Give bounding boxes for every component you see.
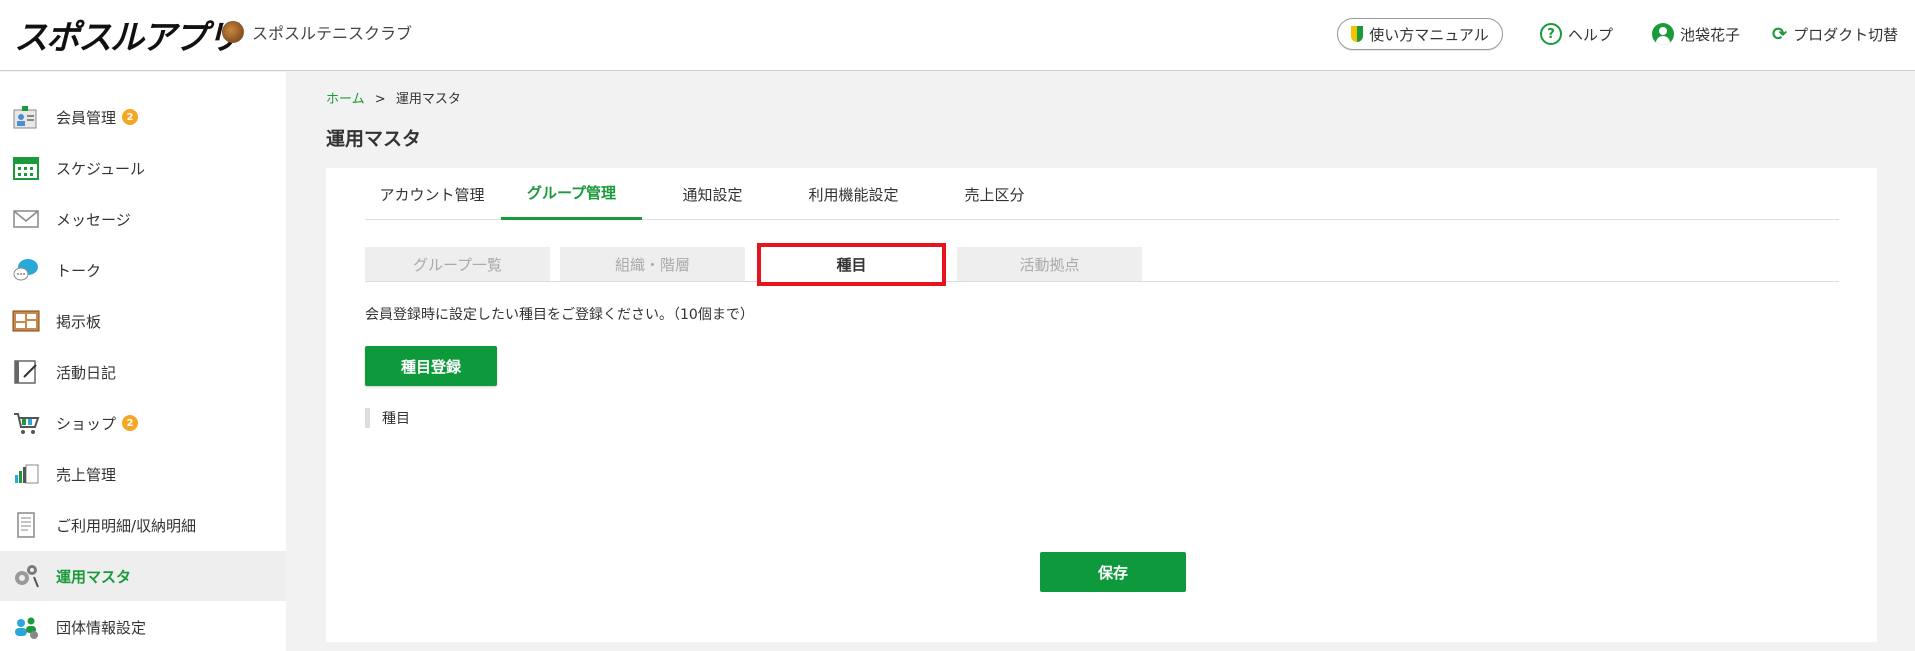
subtab-activity-base[interactable]: 活動拠点 bbox=[957, 247, 1142, 281]
sidebar-item-shop[interactable]: ショップ 2 bbox=[0, 398, 286, 448]
manual-label: 使い方マニュアル bbox=[1369, 25, 1489, 44]
sidebar-item-schedule[interactable]: スケジュール bbox=[0, 143, 286, 193]
user-name: 池袋花子 bbox=[1680, 25, 1741, 44]
sport-field-label: 種目 bbox=[365, 408, 410, 428]
sidebar-item-talk[interactable]: トーク bbox=[0, 245, 286, 295]
user-menu[interactable]: 池袋花子 bbox=[1652, 18, 1740, 50]
user-icon bbox=[1652, 23, 1674, 45]
sidebar-item-operation-master[interactable]: 運用マスタ bbox=[0, 551, 286, 601]
group-settings-icon bbox=[15, 617, 38, 639]
sidebar-item-sales[interactable]: 売上管理 bbox=[0, 449, 286, 499]
diary-icon bbox=[14, 360, 37, 384]
beginner-leaf-icon bbox=[1351, 26, 1364, 42]
notification-badge: 2 bbox=[122, 109, 139, 125]
tab-feature-settings[interactable]: 利用機能設定 bbox=[783, 168, 924, 220]
sidebar-item-label: ショップ bbox=[56, 414, 117, 433]
sales-chart-icon bbox=[15, 464, 39, 484]
save-button[interactable]: 保存 bbox=[1040, 552, 1186, 592]
bulletin-board-icon bbox=[12, 310, 40, 332]
content-panel: アカウント管理 グループ管理 通知設定 利用機能設定 売上区分 グループ一覧 組… bbox=[326, 168, 1877, 642]
subtab-sport-type[interactable]: 種目 bbox=[757, 243, 946, 286]
subtab-group-list[interactable]: グループ一覧 bbox=[365, 247, 550, 281]
sidebar-item-label: 売上管理 bbox=[56, 465, 117, 484]
breadcrumb-home-link[interactable]: ホーム bbox=[326, 92, 365, 107]
sidebar: 会員管理 2 スケジュール メッセージ トーク 掲示板 活動日記 ショップ 2 売上… bbox=[0, 72, 286, 651]
question-icon: ? bbox=[1540, 23, 1562, 45]
chat-bubble-icon bbox=[13, 259, 38, 281]
logo-text: スポスルアプリ bbox=[14, 17, 240, 58]
sidebar-item-label: メッセージ bbox=[56, 210, 131, 229]
sidebar-item-label: スケジュール bbox=[56, 159, 145, 178]
sidebar-item-statement[interactable]: ご利用明細/収納明細 bbox=[0, 500, 286, 550]
product-switch[interactable]: ⟳ プロダクト切替 bbox=[1772, 18, 1898, 50]
members-icon bbox=[13, 106, 37, 129]
calendar-icon bbox=[13, 157, 39, 180]
sidebar-item-diary[interactable]: 活動日記 bbox=[0, 347, 286, 397]
tab-sales-category[interactable]: 売上区分 bbox=[924, 168, 1065, 220]
tab-notification-settings[interactable]: 通知設定 bbox=[642, 168, 783, 220]
sidebar-item-members[interactable]: 会員管理 2 bbox=[0, 92, 286, 142]
sidebar-item-label: 団体情報設定 bbox=[56, 618, 147, 637]
help-link[interactable]: ? ヘルプ bbox=[1540, 18, 1613, 50]
sidebar-item-label: 運用マスタ bbox=[56, 567, 132, 586]
register-sport-button[interactable]: 種目登録 bbox=[365, 346, 497, 386]
description-text: 会員登録時に設定したい種目をご登録ください。（10個まで） bbox=[365, 307, 754, 323]
sidebar-item-label: 掲示板 bbox=[56, 312, 102, 331]
tab-account-management[interactable]: アカウント管理 bbox=[365, 168, 499, 220]
envelope-icon bbox=[13, 210, 39, 228]
sidebar-item-label: 活動日記 bbox=[56, 363, 117, 382]
sidebar-item-message[interactable]: メッセージ bbox=[0, 194, 286, 244]
club-selector[interactable]: スポスルテニスクラブ bbox=[222, 20, 412, 44]
help-label: ヘルプ bbox=[1568, 25, 1614, 44]
club-name: スポスルテニスクラブ bbox=[252, 24, 413, 43]
sidebar-item-label: トーク bbox=[56, 261, 102, 280]
sidebar-item-label: ご利用明細/収納明細 bbox=[56, 516, 197, 535]
product-switch-label: プロダクト切替 bbox=[1793, 25, 1899, 44]
page-title: 運用マスタ bbox=[326, 128, 422, 150]
breadcrumb-separator: > bbox=[374, 92, 386, 107]
manual-button[interactable]: 使い方マニュアル bbox=[1337, 18, 1503, 50]
notification-badge: 2 bbox=[122, 415, 139, 431]
app-header: スポスルアプリ スポスルテニスクラブ 使い方マニュアル ? ヘルプ 池袋花子 ⟳… bbox=[0, 0, 1915, 71]
sidebar-item-bulletin[interactable]: 掲示板 bbox=[0, 296, 286, 346]
main-tabs: アカウント管理 グループ管理 通知設定 利用機能設定 売上区分 bbox=[365, 168, 1839, 220]
statement-icon bbox=[17, 512, 35, 538]
sidebar-item-label: 会員管理 bbox=[56, 108, 117, 127]
gears-icon bbox=[15, 565, 39, 588]
tab-group-management[interactable]: グループ管理 bbox=[501, 168, 642, 220]
club-avatar bbox=[222, 21, 244, 43]
subtab-organization-hierarchy[interactable]: 組織・階層 bbox=[560, 247, 745, 281]
breadcrumb: ホーム > 運用マスタ bbox=[326, 88, 461, 107]
sub-tabs: グループ一覧 組織・階層 種目 活動拠点 bbox=[365, 243, 1839, 286]
cart-icon bbox=[14, 413, 40, 434]
refresh-icon: ⟳ bbox=[1772, 23, 1788, 45]
sidebar-item-group-settings[interactable]: 団体情報設定 bbox=[0, 602, 286, 651]
app-logo[interactable]: スポスルアプリ bbox=[14, 14, 240, 58]
breadcrumb-current: 運用マスタ bbox=[395, 92, 461, 107]
